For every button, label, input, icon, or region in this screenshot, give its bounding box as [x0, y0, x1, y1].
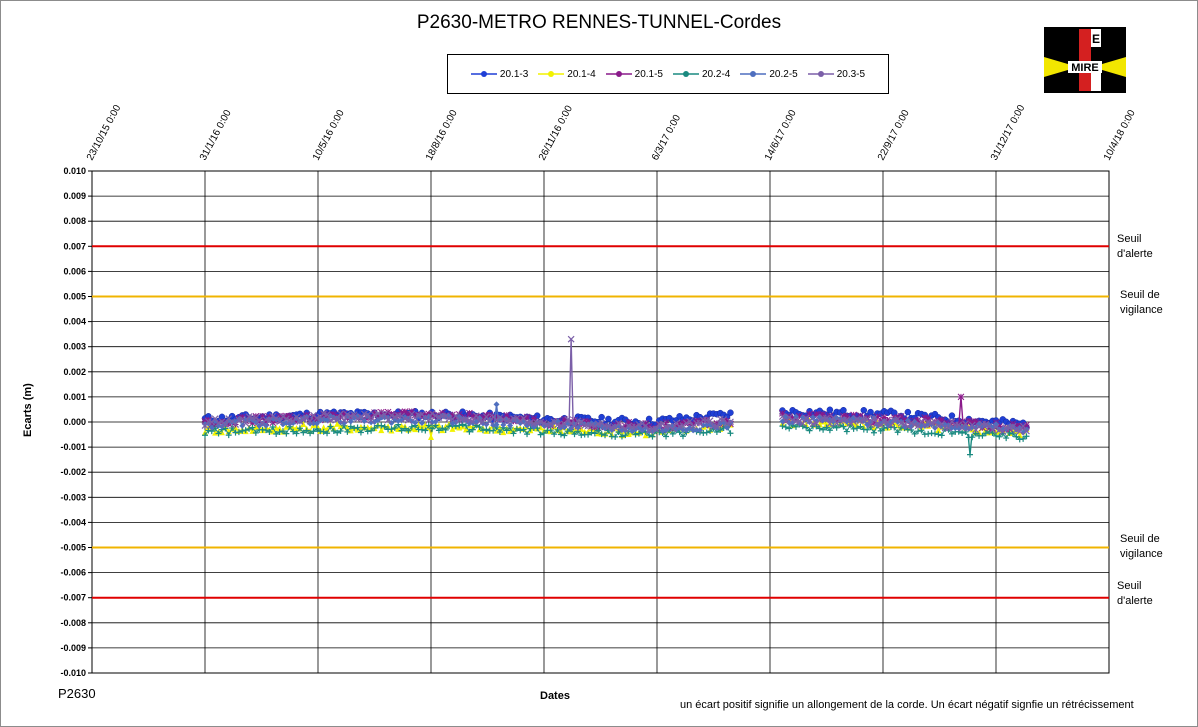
- data-point: [826, 406, 834, 414]
- y-tick-label: 0.004: [63, 317, 86, 327]
- x-axis-title: Dates: [540, 690, 570, 702]
- y-tick-label: -0.003: [60, 492, 86, 502]
- y-tick-label: -0.001: [60, 442, 86, 452]
- data-point: [401, 408, 409, 415]
- y-tick-label: 0.010: [63, 166, 86, 176]
- x-tick-label: 6/3/17 0:00: [650, 113, 683, 163]
- data-point: [727, 409, 734, 416]
- x-tick-label: 14/6/17 0:00: [763, 108, 799, 163]
- threshold-label-vigilance-bottom: Seuil de vigilance: [1120, 533, 1163, 560]
- y-axis-title: Ecarts (m): [22, 383, 34, 437]
- y-tick-label: -0.010: [60, 668, 86, 678]
- x-tick-label: 18/8/16 0:00: [424, 108, 460, 163]
- y-tick-label: -0.005: [60, 543, 86, 553]
- x-tick-label: 10/5/16 0:00: [311, 108, 347, 163]
- data-point: [598, 413, 605, 421]
- data-point: [860, 407, 868, 414]
- y-tick-label: 0.006: [63, 266, 86, 276]
- chart-plot: 0.010 0.009 0.008 0.007 0.006 0.005 0.004 0.003…: [60, 103, 1138, 678]
- y-tick-label: 0.005: [63, 292, 86, 302]
- data-point: [948, 412, 956, 419]
- data-point: [904, 408, 912, 416]
- y-tick-label: 0.009: [63, 191, 86, 201]
- y-tick-label: -0.009: [60, 643, 86, 653]
- y-tick-label: -0.007: [60, 593, 86, 603]
- x-tick-label: 26/11/16 0:00: [537, 104, 575, 163]
- data-point: [957, 393, 965, 401]
- y-tick-label: 0.003: [63, 342, 86, 352]
- x-tick-label: 23/10/15 0:00: [85, 103, 124, 163]
- x-tick-label: 31/12/17 0:00: [989, 103, 1028, 163]
- y-tick-label: 0.002: [63, 367, 86, 377]
- y-tick-label: -0.002: [60, 467, 86, 477]
- threshold-label-vigilance-top: Seuil de vigilance: [1120, 289, 1163, 316]
- y-tick-label: 0.000: [63, 417, 86, 427]
- x-tick-label: 31/1/16 0:00: [198, 108, 234, 163]
- y-tick-label: -0.008: [60, 618, 86, 628]
- y-tick-label: 0.008: [63, 216, 86, 226]
- threshold-label-alert-bottom: Seuil d'alerte: [1117, 580, 1153, 607]
- x-tick-label: 22/9/17 0:00: [876, 108, 912, 163]
- data-point: [645, 415, 653, 423]
- data-point: [840, 406, 847, 414]
- threshold-label-alert-top: Seuil d'alerte: [1117, 233, 1153, 260]
- plot-name: P2630: [58, 686, 96, 701]
- y-tick-label: 0.007: [63, 241, 86, 251]
- y-tick-label: -0.004: [60, 517, 86, 527]
- y-tick-label: -0.006: [60, 568, 86, 578]
- x-tick-label: 10/4/18 0:00: [1102, 108, 1138, 163]
- y-tick-label: 0.001: [63, 392, 86, 402]
- data-point: [605, 415, 612, 423]
- footer-note: un écart positif signifie un allongement…: [680, 699, 1134, 711]
